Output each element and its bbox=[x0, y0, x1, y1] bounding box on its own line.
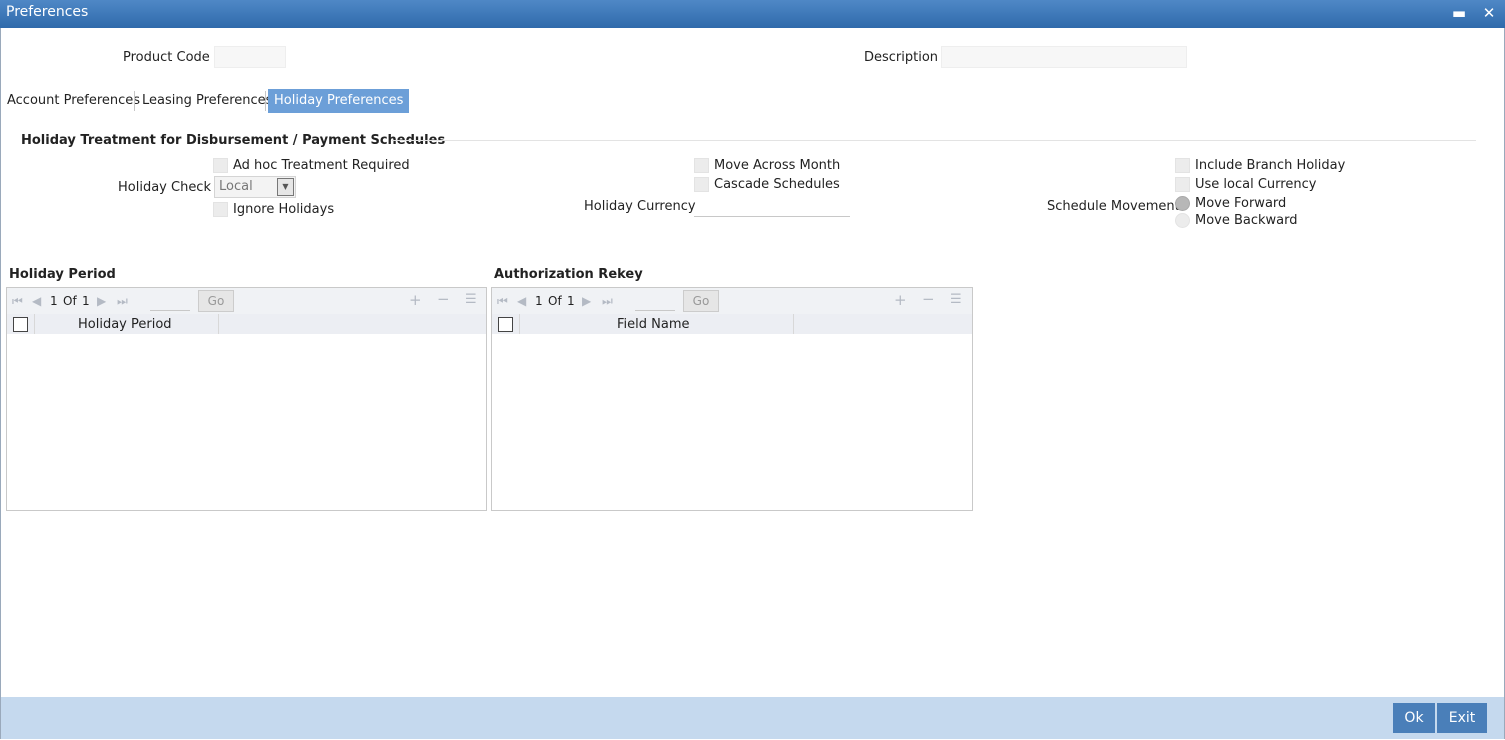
column-separator bbox=[218, 314, 219, 334]
ignore-holidays-checkbox[interactable] bbox=[213, 202, 228, 217]
add-row-icon[interactable]: + bbox=[409, 293, 422, 308]
go-button[interactable]: Go bbox=[683, 290, 719, 312]
tab-holiday-preferences[interactable]: Holiday Preferences bbox=[268, 89, 410, 113]
exit-button[interactable]: Exit bbox=[1437, 703, 1487, 733]
page-current: 1 bbox=[50, 294, 58, 308]
prev-page-icon[interactable]: ◀ bbox=[32, 295, 41, 307]
prev-page-icon[interactable]: ◀ bbox=[517, 295, 526, 307]
tab-separator bbox=[134, 91, 135, 111]
chevron-down-icon[interactable]: ▼ bbox=[277, 178, 294, 196]
tab-account-preferences[interactable]: Account Preferences bbox=[1, 89, 146, 113]
move-backward-label: Move Backward bbox=[1195, 213, 1298, 228]
include-branch-holiday-checkbox[interactable] bbox=[1175, 158, 1190, 173]
delete-row-icon[interactable]: − bbox=[437, 292, 450, 307]
use-local-currency-checkbox[interactable] bbox=[1175, 177, 1190, 192]
use-local-currency-label: Use local Currency bbox=[1195, 177, 1317, 192]
add-row-icon[interactable]: + bbox=[894, 293, 907, 308]
include-branch-holiday-label: Include Branch Holiday bbox=[1195, 158, 1346, 173]
next-page-icon[interactable]: ▶ bbox=[97, 295, 106, 307]
window-titlebar: Preferences ▬ ✕ bbox=[0, 0, 1505, 28]
page-current: 1 bbox=[535, 294, 543, 308]
holiday-section-title: Holiday Treatment for Disbursement / Pay… bbox=[21, 133, 446, 148]
window-title: Preferences bbox=[6, 4, 89, 20]
description-label: Description bbox=[864, 50, 939, 65]
grid-header: Field Name bbox=[492, 314, 972, 334]
column-separator bbox=[34, 314, 35, 334]
holiday-check-label: Holiday Check bbox=[118, 180, 211, 195]
cascade-schedules-checkbox[interactable] bbox=[694, 177, 709, 192]
move-across-month-checkbox[interactable] bbox=[694, 158, 709, 173]
first-page-icon[interactable]: ⏮ bbox=[12, 295, 23, 307]
page-total: 1 bbox=[567, 294, 575, 308]
grid-toolbar: ⏮ ◀ 1 Of 1 ▶ ⏭ Go + − ☰ bbox=[7, 288, 486, 314]
last-page-icon[interactable]: ⏭ bbox=[602, 295, 613, 307]
select-all-checkbox[interactable] bbox=[498, 317, 513, 332]
holiday-period-title: Holiday Period bbox=[9, 267, 116, 282]
view-list-icon[interactable]: ☰ bbox=[465, 293, 477, 306]
holiday-check-value: Local bbox=[219, 179, 253, 194]
view-list-icon[interactable]: ☰ bbox=[950, 293, 962, 306]
tab-leasing-preferences[interactable]: Leasing Preferences bbox=[136, 89, 278, 113]
holiday-check-select[interactable]: Local ▼ bbox=[214, 176, 296, 198]
section-divider bbox=[392, 140, 1476, 141]
product-code-field[interactable] bbox=[214, 46, 286, 68]
column-separator bbox=[519, 314, 520, 334]
move-across-month-label: Move Across Month bbox=[714, 158, 841, 173]
cascade-schedules-label: Cascade Schedules bbox=[714, 177, 840, 192]
holiday-period-grid: ⏮ ◀ 1 Of 1 ▶ ⏭ Go + − ☰ Holiday Period bbox=[6, 287, 487, 511]
column-separator bbox=[793, 314, 794, 334]
product-code-label: Product Code bbox=[123, 50, 210, 65]
move-forward-label: Move Forward bbox=[1195, 196, 1287, 211]
move-forward-radio[interactable] bbox=[1175, 196, 1190, 211]
minimize-icon[interactable]: ▬ bbox=[1450, 4, 1468, 22]
tab-separator bbox=[265, 91, 266, 111]
move-backward-radio[interactable] bbox=[1175, 213, 1190, 228]
page-number-input[interactable] bbox=[150, 290, 190, 311]
delete-row-icon[interactable]: − bbox=[922, 292, 935, 307]
select-all-checkbox[interactable] bbox=[13, 317, 28, 332]
adhoc-treatment-checkbox[interactable] bbox=[213, 158, 228, 173]
column-header-holiday-period[interactable]: Holiday Period bbox=[78, 317, 172, 332]
schedule-movement-label: Schedule Movement bbox=[1047, 199, 1180, 214]
adhoc-treatment-label: Ad hoc Treatment Required bbox=[233, 158, 410, 173]
next-page-icon[interactable]: ▶ bbox=[582, 295, 591, 307]
authorization-rekey-title: Authorization Rekey bbox=[494, 267, 643, 282]
footer-bar bbox=[1, 697, 1504, 739]
holiday-currency-field[interactable] bbox=[694, 196, 850, 217]
holiday-currency-label: Holiday Currency bbox=[584, 199, 696, 214]
page-number-input[interactable] bbox=[635, 290, 675, 311]
authorization-rekey-grid: ⏮ ◀ 1 Of 1 ▶ ⏭ Go + − ☰ Field Name bbox=[491, 287, 973, 511]
grid-header: Holiday Period bbox=[7, 314, 486, 334]
go-button[interactable]: Go bbox=[198, 290, 234, 312]
grid-toolbar: ⏮ ◀ 1 Of 1 ▶ ⏭ Go + − ☰ bbox=[492, 288, 972, 314]
first-page-icon[interactable]: ⏮ bbox=[497, 295, 508, 307]
page-total: 1 bbox=[82, 294, 90, 308]
ignore-holidays-label: Ignore Holidays bbox=[233, 202, 335, 217]
page-of-label: Of bbox=[548, 294, 562, 308]
ok-button[interactable]: Ok bbox=[1393, 703, 1435, 733]
description-field[interactable] bbox=[941, 46, 1187, 68]
close-icon[interactable]: ✕ bbox=[1480, 4, 1498, 22]
last-page-icon[interactable]: ⏭ bbox=[117, 295, 128, 307]
page-of-label: Of bbox=[63, 294, 77, 308]
column-header-field-name[interactable]: Field Name bbox=[617, 317, 690, 332]
